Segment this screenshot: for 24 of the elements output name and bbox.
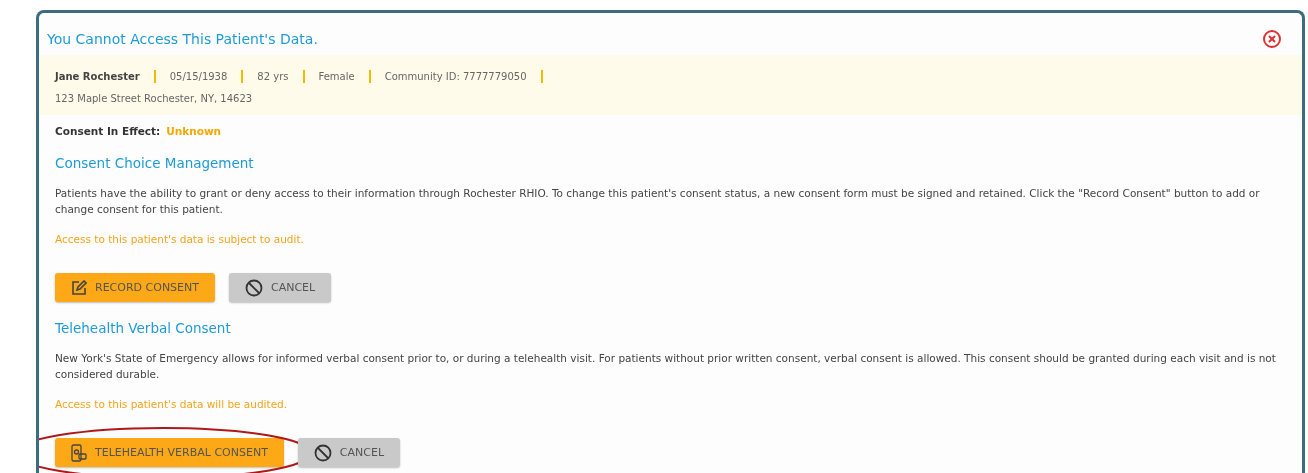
- patient-field: Jane Rochester: [55, 70, 140, 82]
- phone-icon: [71, 443, 87, 462]
- audit-notice: Access to this patient's data will be audited.: [55, 398, 289, 410]
- section-description: Patients have the ability to grant or deny access to their information through Rochester RHIO. To change this patient's consent status, a new consent form must be signed and retained. Click the "Record Consent" button to add or change consent for this patient.: [55, 186, 1261, 217]
- prohibited-icon: [245, 278, 263, 297]
- edit-icon: [71, 279, 87, 296]
- close-icon[interactable]: [1262, 29, 1282, 49]
- section-heading: Telehealth Verbal Consent: [55, 320, 232, 336]
- patient-field: 05/15/1938: [169, 70, 228, 82]
- section-description: New York's State of Emergency allows for informed verbal consent prior to, or during a telehealth visit. For patients without prior written consent, verbal consent is allowed. This consent should be granted during each visit and is not considered durable.: [55, 351, 1277, 382]
- patient-field: 82 yrs: [257, 70, 289, 82]
- consent-button[interactable]: RECORD CONSENT: [55, 273, 215, 302]
- cancel-button[interactable]: CANCEL: [229, 273, 332, 302]
- prohibited-icon: [313, 443, 332, 462]
- patient-address: 123 Maple Street Rochester, NY, 14623: [55, 92, 253, 104]
- consent-value: Unknown: [166, 125, 222, 137]
- section-heading: Consent Choice Management: [55, 155, 255, 171]
- cancel-button[interactable]: CANCEL: [297, 438, 401, 467]
- audit-notice: Access to this patient's data is subject to audit.: [55, 233, 305, 245]
- consent-button[interactable]: TELEHEALTH VERBAL CONSENT: [55, 438, 284, 467]
- dialog-title: You Cannot Access This Patient's Data.: [47, 31, 318, 47]
- patient-field: Community ID: 7777779050: [384, 70, 527, 82]
- consent-label: Consent In Effect:: [55, 125, 161, 137]
- patient-field: Female: [318, 70, 355, 82]
